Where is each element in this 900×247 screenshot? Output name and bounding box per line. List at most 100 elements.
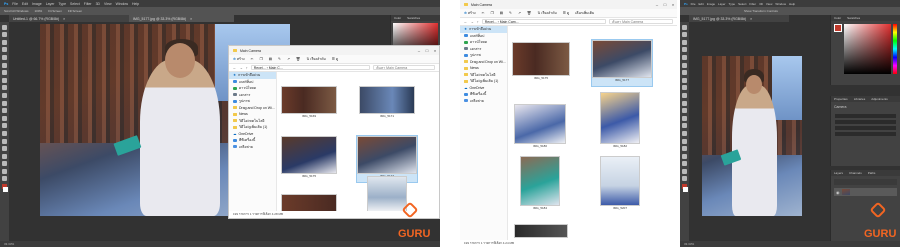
close-icon[interactable]: × (750, 17, 752, 21)
tab-channels[interactable]: Channels (849, 171, 862, 175)
background-color-swatch[interactable] (683, 187, 688, 193)
thumbnail[interactable]: IMG_5171 (359, 86, 415, 122)
maximize-icon[interactable]: □ (423, 48, 431, 53)
paste-icon[interactable]: ▤ (269, 57, 272, 61)
nav-network[interactable]: เครือข่าย (229, 144, 276, 151)
path-select-tool-icon[interactable] (682, 153, 687, 159)
sort-button[interactable]: ⇅ เรียงลำดับ (306, 56, 325, 62)
tab-libraries[interactable]: Libraries (854, 97, 866, 101)
close-icon[interactable]: × (63, 17, 65, 21)
search-input[interactable]: ค้นหา Main Camera (373, 65, 435, 70)
crop-tool-icon[interactable] (682, 54, 687, 60)
share-icon[interactable]: ↗ (518, 11, 521, 15)
eraser-tool-icon[interactable] (682, 108, 687, 114)
frame-tool-icon[interactable] (682, 62, 687, 68)
menu-logo[interactable]: Ps (684, 2, 688, 6)
menu-view[interactable]: View (766, 2, 772, 6)
rename-icon[interactable]: ✎ (278, 57, 281, 61)
menu-layer[interactable]: Layer (718, 2, 726, 6)
up-icon[interactable]: ↑ (477, 20, 479, 24)
close-icon[interactable]: × (669, 2, 677, 7)
tab-color[interactable]: Color (834, 16, 841, 20)
healing-tool-icon[interactable] (682, 77, 687, 83)
thumbnail[interactable]: IMG_5175 (512, 42, 570, 84)
foreground-background-swatch[interactable] (834, 24, 842, 32)
crop-tool-icon[interactable] (2, 54, 7, 60)
nav-network[interactable]: เครือข่าย (460, 98, 507, 105)
menu-help[interactable]: Help (132, 2, 139, 6)
thumbnail[interactable]: IMG_5169 (281, 86, 337, 122)
thumbnail[interactable] (281, 194, 337, 211)
fit-screen-button[interactable]: Fit Screen (48, 9, 62, 13)
quick-select-tool-icon[interactable] (2, 47, 7, 53)
thumbnail[interactable]: IMG_5184 (520, 156, 560, 212)
gradient-tool-icon[interactable] (2, 115, 7, 121)
scroll-all-windows-checkbox[interactable]: Scroll All Windows (4, 9, 29, 13)
property-field[interactable] (835, 114, 896, 118)
menu-file[interactable]: File (12, 2, 18, 6)
cut-icon[interactable]: ✂ (482, 11, 485, 15)
lasso-tool-icon[interactable] (2, 39, 7, 45)
hand-tool-icon[interactable] (682, 168, 687, 174)
document-tab[interactable]: Untitled-1 @ 66.7% (RGB/8#) × (9, 15, 129, 22)
up-icon[interactable]: ↑ (246, 66, 248, 70)
type-tool-icon[interactable] (682, 146, 687, 152)
menu-3d[interactable]: 3D (96, 2, 100, 6)
tab-layers[interactable]: Layers (834, 171, 843, 175)
history-brush-tool-icon[interactable] (2, 100, 7, 106)
menu-window[interactable]: Window (775, 2, 786, 6)
view-button[interactable]: ☰ ดู (332, 56, 338, 62)
menu-layer[interactable]: Layer (46, 2, 55, 6)
thumbnail[interactable]: IMG_5180 (514, 104, 566, 150)
thumbnail[interactable]: IMG_5207 (600, 156, 640, 212)
shape-tool-icon[interactable] (2, 161, 7, 167)
address-bar[interactable]: Recei... › Main Cam... (481, 19, 607, 24)
menu-file[interactable]: File (691, 2, 696, 6)
delete-icon[interactable]: 🗑 (527, 11, 531, 15)
tab-adjustments[interactable]: Adjustments (871, 97, 888, 101)
show-transform-controls-checkbox[interactable]: Show Transform Controls (744, 9, 778, 13)
back-icon[interactable]: ← (464, 20, 468, 24)
canvas-photo[interactable] (702, 56, 802, 216)
rename-icon[interactable]: ✎ (509, 11, 512, 15)
menu-edit[interactable]: Edit (699, 2, 704, 6)
eraser-tool-icon[interactable] (2, 108, 7, 114)
menu-window[interactable]: Window (116, 2, 128, 6)
eye-icon[interactable]: ◉ (836, 190, 840, 195)
healing-tool-icon[interactable] (2, 77, 7, 83)
breadcrumb-1[interactable]: Recei... (485, 20, 497, 24)
breadcrumb-2[interactable]: Main Cam... (500, 20, 519, 24)
layer-filter[interactable] (834, 179, 897, 185)
layer-row[interactable]: ◉ (834, 188, 897, 196)
sort-button[interactable]: ⇅ เรียงลำดับ (537, 10, 556, 16)
menu-3d[interactable]: 3D (759, 2, 763, 6)
breadcrumb-1[interactable]: Recei... (254, 66, 266, 70)
menu-logo[interactable]: Ps (4, 2, 8, 6)
breadcrumb-2[interactable]: Main C... (269, 66, 283, 70)
shape-tool-icon[interactable] (682, 161, 687, 167)
close-icon[interactable]: × (190, 17, 192, 21)
view-button[interactable]: ☰ ดู (563, 10, 569, 16)
cut-icon[interactable]: ✂ (251, 57, 254, 61)
menu-image[interactable]: Image (707, 2, 715, 6)
property-field[interactable] (835, 126, 896, 130)
menu-image[interactable]: Image (32, 2, 42, 6)
blur-tool-icon[interactable] (682, 123, 687, 129)
zoom-tool-icon[interactable] (2, 176, 7, 182)
fill-screen-button[interactable]: Fill Screen (68, 9, 82, 13)
property-field[interactable] (835, 120, 896, 124)
thumbnail-selected[interactable]: IMG_5177 (591, 39, 653, 87)
menu-select[interactable]: Select (738, 2, 746, 6)
thumbnail[interactable] (367, 176, 407, 211)
menu-filter[interactable]: Filter (749, 2, 756, 6)
thumbnail[interactable] (514, 224, 568, 238)
property-field[interactable] (835, 132, 896, 136)
move-tool-icon[interactable] (682, 24, 687, 30)
menu-type[interactable]: Type (58, 2, 66, 6)
menu-help[interactable]: Help (789, 2, 795, 6)
move-tool-icon[interactable] (2, 24, 7, 30)
thumbnail[interactable]: IMG_5175 (281, 136, 337, 182)
search-input[interactable]: ค้นหา Main Camera (609, 19, 673, 24)
menu-edit[interactable]: Edit (22, 2, 28, 6)
tab-swatches[interactable]: Swatches (847, 16, 860, 20)
